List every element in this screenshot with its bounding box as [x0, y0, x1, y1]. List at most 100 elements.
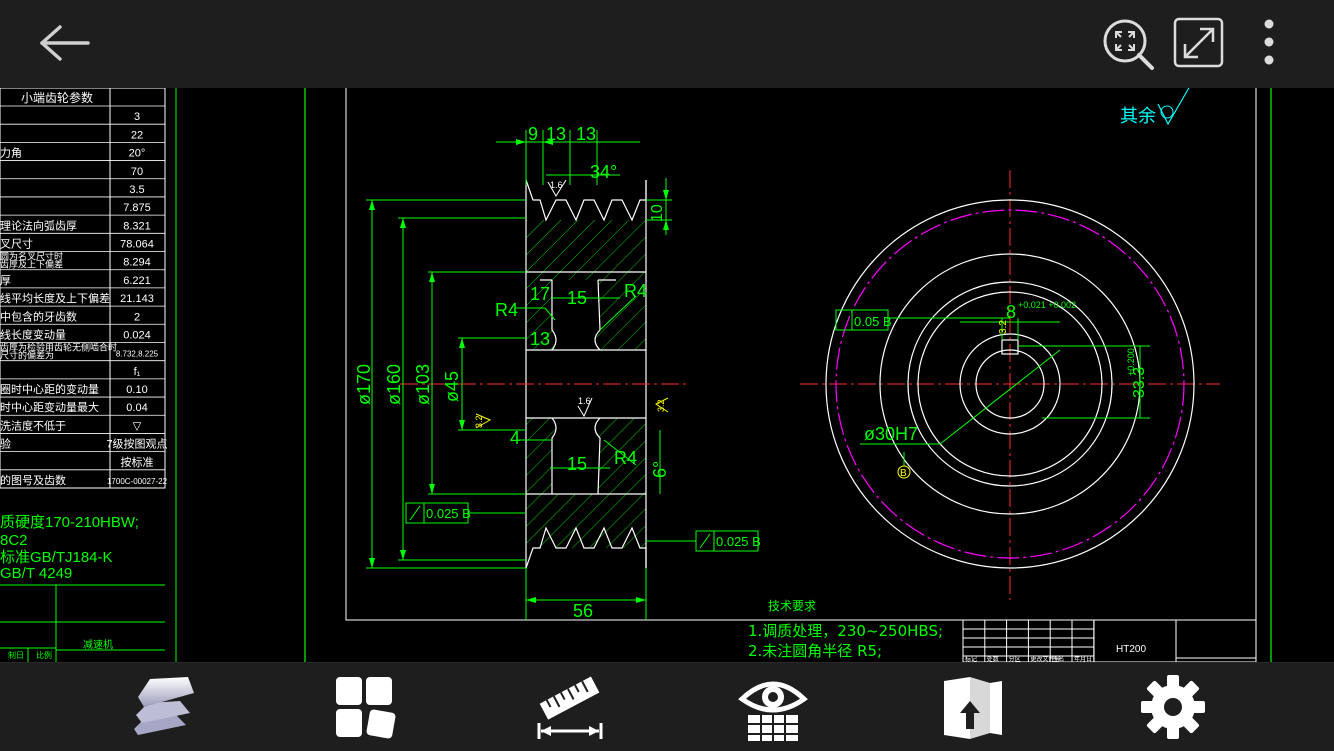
layers-button[interactable] — [130, 673, 200, 743]
tolerance-left-text: 0.025 B — [426, 506, 471, 521]
param-value: 8.732,8.225 — [116, 350, 159, 359]
title-block-label: 处数 — [987, 655, 999, 662]
param-label: 齿厚及上下偏差 — [0, 259, 63, 270]
param-value: 21.143 — [120, 293, 154, 305]
layers-icon — [134, 677, 194, 735]
param-value: 8.294 — [123, 257, 151, 269]
title-block-label: 年月日 — [1074, 655, 1092, 662]
dim-r4-right: R4 — [624, 281, 647, 301]
dim-17: 17 — [530, 284, 550, 304]
param-label: 厚 — [0, 274, 11, 287]
title-block-label: 签名 — [1052, 655, 1064, 662]
tech-req-title: 技术要求 — [768, 599, 816, 613]
gear-icon — [1141, 675, 1205, 739]
param-value: 0.10 — [126, 384, 147, 396]
export-button[interactable] — [940, 673, 1010, 743]
view-grid-eye-icon — [738, 681, 808, 741]
dim-6: 6° — [650, 461, 670, 478]
measure-icon — [537, 676, 603, 739]
tech-req-line-2: 2.未注圆角半径 R5; — [748, 642, 882, 660]
measure-button[interactable] — [535, 673, 605, 743]
left-block-label: 减速机 — [83, 638, 113, 651]
fullscreen-button[interactable] — [1172, 16, 1226, 70]
surface-finish-label: 其余 — [1120, 106, 1156, 127]
left-block-cell-3: 比例 — [36, 650, 52, 660]
expand-icon — [1173, 17, 1224, 68]
param-value: 8.321 — [123, 220, 151, 232]
param-value: 按标准 — [121, 455, 154, 469]
more-options-button[interactable] — [1252, 16, 1286, 72]
settings-button[interactable] — [1138, 673, 1208, 743]
param-label: 线长度变动量 — [0, 327, 66, 341]
param-value: 78.064 — [120, 239, 154, 251]
dim-45: ø45 — [442, 371, 462, 402]
dim-9: 9 — [528, 124, 538, 144]
param-value: ▽ — [133, 420, 142, 432]
cad-drawing-canvas[interactable]: 小端齿轮参数 3 22 力角 20° 70 3.5 7.875 理论法向弧齿厚 8.321 叉尺寸… — [0, 0, 1334, 662]
param-value: 70 — [131, 166, 143, 178]
dim-angle: 34° — [590, 162, 617, 182]
more-vertical-icon — [1264, 19, 1274, 65]
param-label: 圈时中心距的变动量 — [0, 382, 99, 396]
keyway-tolerance: +0.021 +0.002 — [1018, 300, 1076, 310]
view-mode-button[interactable] — [738, 673, 808, 743]
param-label: 的图号及齿数 — [0, 473, 66, 487]
dim-15a: 15 — [567, 288, 587, 308]
keyway-small-dim: 3.2 — [998, 320, 1009, 334]
left-note-1: 质硬度170-210HBW; — [0, 514, 139, 531]
left-note-2: 8C2 — [0, 532, 28, 549]
blocks-icon — [336, 677, 396, 739]
dim-103: ø103 — [413, 364, 433, 405]
title-block-label: 分区 — [1009, 655, 1021, 662]
param-value: 20° — [129, 148, 146, 160]
zoom-fit-button[interactable] — [1100, 16, 1156, 72]
dim-r4-left: R4 — [495, 300, 518, 320]
param-value: 2 — [134, 311, 140, 323]
tolerance-circle-text: 0.05 B — [854, 314, 892, 329]
param-value: 0.024 — [123, 329, 151, 341]
param-value: 3.5 — [129, 184, 144, 196]
keyway-height-tol: +0.200 — [1126, 348, 1136, 376]
left-block-cell-1: 制 — [8, 650, 16, 660]
dim-4: 4 — [510, 428, 520, 448]
dim-10: 10 — [649, 204, 666, 222]
param-value: f₁ — [134, 366, 141, 378]
param-value: 1700C-00027-22 — [107, 477, 168, 486]
keyway-width: 8 — [1006, 302, 1016, 322]
dim-13: 13 — [530, 329, 550, 349]
top-toolbar — [0, 0, 1334, 88]
zoom-fit-icon — [1103, 19, 1154, 70]
left-block-cell-2: 日 — [16, 651, 24, 660]
dim-13b: 13 — [576, 124, 596, 144]
param-label: 中包含的牙齿数 — [0, 309, 77, 323]
dim-15b: 15 — [567, 454, 587, 474]
title-block-material: HT200 — [1116, 644, 1146, 655]
param-value: 22 — [131, 129, 143, 141]
datum-label: B — [900, 468, 907, 479]
param-label: 洗洁度不低于 — [0, 418, 66, 432]
bottom-toolbar — [0, 662, 1334, 751]
param-value: 7级按图观点 — [106, 437, 167, 451]
param-label: 线平均长度及上下偏差 — [0, 291, 110, 305]
param-label: 验 — [0, 437, 11, 451]
param-value: 3 — [134, 111, 140, 123]
left-note-4: GB/T 4249 — [0, 565, 72, 582]
dim-160: ø160 — [384, 364, 404, 405]
export-icon — [944, 677, 1002, 739]
param-value: 7.875 — [123, 202, 151, 214]
arrow-left-icon — [40, 25, 90, 61]
param-table-title: 小端齿轮参数 — [21, 90, 93, 105]
bore-diameter: ø30H7 — [864, 424, 918, 444]
blocks-button[interactable] — [330, 673, 400, 743]
dim-170: ø170 — [354, 364, 374, 405]
title-block-label: 标记 — [965, 655, 977, 662]
dim-13a: 13 — [546, 124, 566, 144]
dim-r4-bottom: R4 — [614, 448, 637, 468]
param-label: 理论法向弧齿厚 — [0, 218, 77, 232]
param-value: 0.04 — [126, 402, 147, 414]
tech-req-line-1: 1.调质处理，230~250HBS; — [748, 622, 943, 640]
left-note-3: 标准GB/TJ184-K — [0, 549, 113, 566]
param-label: 叉尺寸 — [0, 237, 33, 251]
back-button[interactable] — [34, 22, 94, 64]
param-label: 尺寸的偏差为 — [0, 349, 54, 360]
